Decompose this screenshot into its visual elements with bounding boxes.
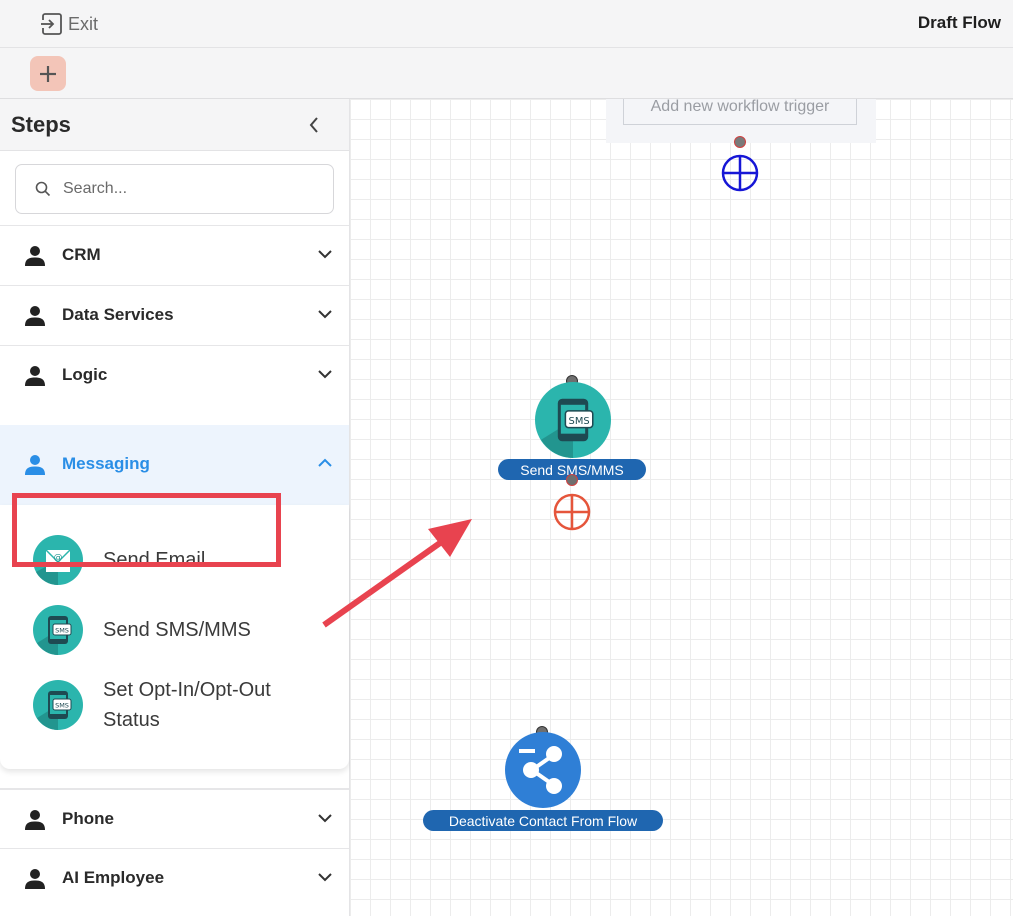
person-icon: [25, 246, 45, 266]
chevron-down-icon: [318, 310, 332, 319]
person-icon: [25, 366, 45, 386]
category-label: Phone: [62, 809, 114, 828]
top-bar: Exit Draft Flow: [0, 0, 1013, 48]
category-label: Logic: [62, 365, 108, 384]
chevron-down-icon: [318, 250, 332, 259]
search-input[interactable]: [63, 180, 313, 198]
steps-header: Steps: [0, 99, 349, 151]
search-box[interactable]: [15, 164, 334, 214]
add-workflow-trigger-button[interactable]: Add new workflow trigger: [623, 99, 857, 125]
chevron-left-icon: [309, 117, 318, 133]
sms-node-icon[interactable]: SMS: [535, 382, 611, 458]
flow-title: Draft Flow: [917, 13, 1001, 32]
connection-dot[interactable]: [734, 136, 746, 148]
svg-text:SMS: SMS: [569, 416, 590, 427]
chevron-up-icon: [318, 458, 332, 467]
add-node-crosshair-icon[interactable]: [553, 493, 591, 531]
exit-icon: [41, 13, 62, 35]
category-crm[interactable]: CRM: [0, 225, 349, 285]
step-set-opt-in-opt-out-status[interactable]: SMS Set Opt-In/Opt-Out Status: [0, 675, 349, 735]
category-ai-employee[interactable]: AI Employee: [0, 848, 349, 908]
category-data-services[interactable]: Data Services: [0, 285, 349, 345]
deactivate-node-label[interactable]: Deactivate Contact From Flow: [423, 810, 663, 831]
person-icon: [25, 869, 45, 889]
step-label-line1: Set Opt-In/Opt-Out: [103, 679, 271, 701]
annotation-arrow: [322, 519, 472, 628]
person-icon: [25, 455, 45, 475]
category-logic[interactable]: Logic: [0, 345, 349, 405]
toolbar: [0, 48, 1013, 99]
search-icon: [35, 180, 53, 198]
steps-title: Steps: [11, 112, 71, 137]
person-icon: [25, 306, 45, 326]
category-phone[interactable]: Phone: [0, 788, 349, 848]
sms-icon: SMS: [33, 680, 83, 730]
step-label: Send SMS/MMS: [103, 619, 251, 641]
category-label: Messaging: [62, 454, 150, 473]
exit-button[interactable]: Exit: [40, 11, 98, 37]
step-label: Set Opt-In/Opt-Out Status: [103, 675, 271, 735]
chevron-down-icon: [318, 873, 332, 882]
category-label: Data Services: [62, 305, 174, 324]
highlight-annotation: [12, 493, 281, 567]
step-label-line2: Status: [103, 709, 160, 731]
share-icon[interactable]: [505, 732, 581, 808]
chevron-down-icon: [318, 370, 332, 379]
plus-icon: [40, 65, 56, 82]
add-step-button[interactable]: [30, 56, 66, 91]
chevron-down-icon: [318, 814, 332, 823]
person-icon: [25, 810, 45, 830]
sms-icon: SMS: [33, 605, 83, 655]
add-node-crosshair-icon[interactable]: [721, 154, 759, 192]
step-send-sms-mms[interactable]: SMS Send SMS/MMS: [0, 605, 349, 655]
svg-text:SMS: SMS: [55, 702, 69, 710]
category-label: CRM: [62, 245, 101, 264]
svg-text:SMS: SMS: [55, 627, 69, 635]
collapse-sidebar-button[interactable]: [303, 113, 325, 137]
exit-label: Exit: [68, 13, 99, 34]
connection-dot[interactable]: [566, 474, 578, 486]
category-label: AI Employee: [62, 868, 165, 887]
